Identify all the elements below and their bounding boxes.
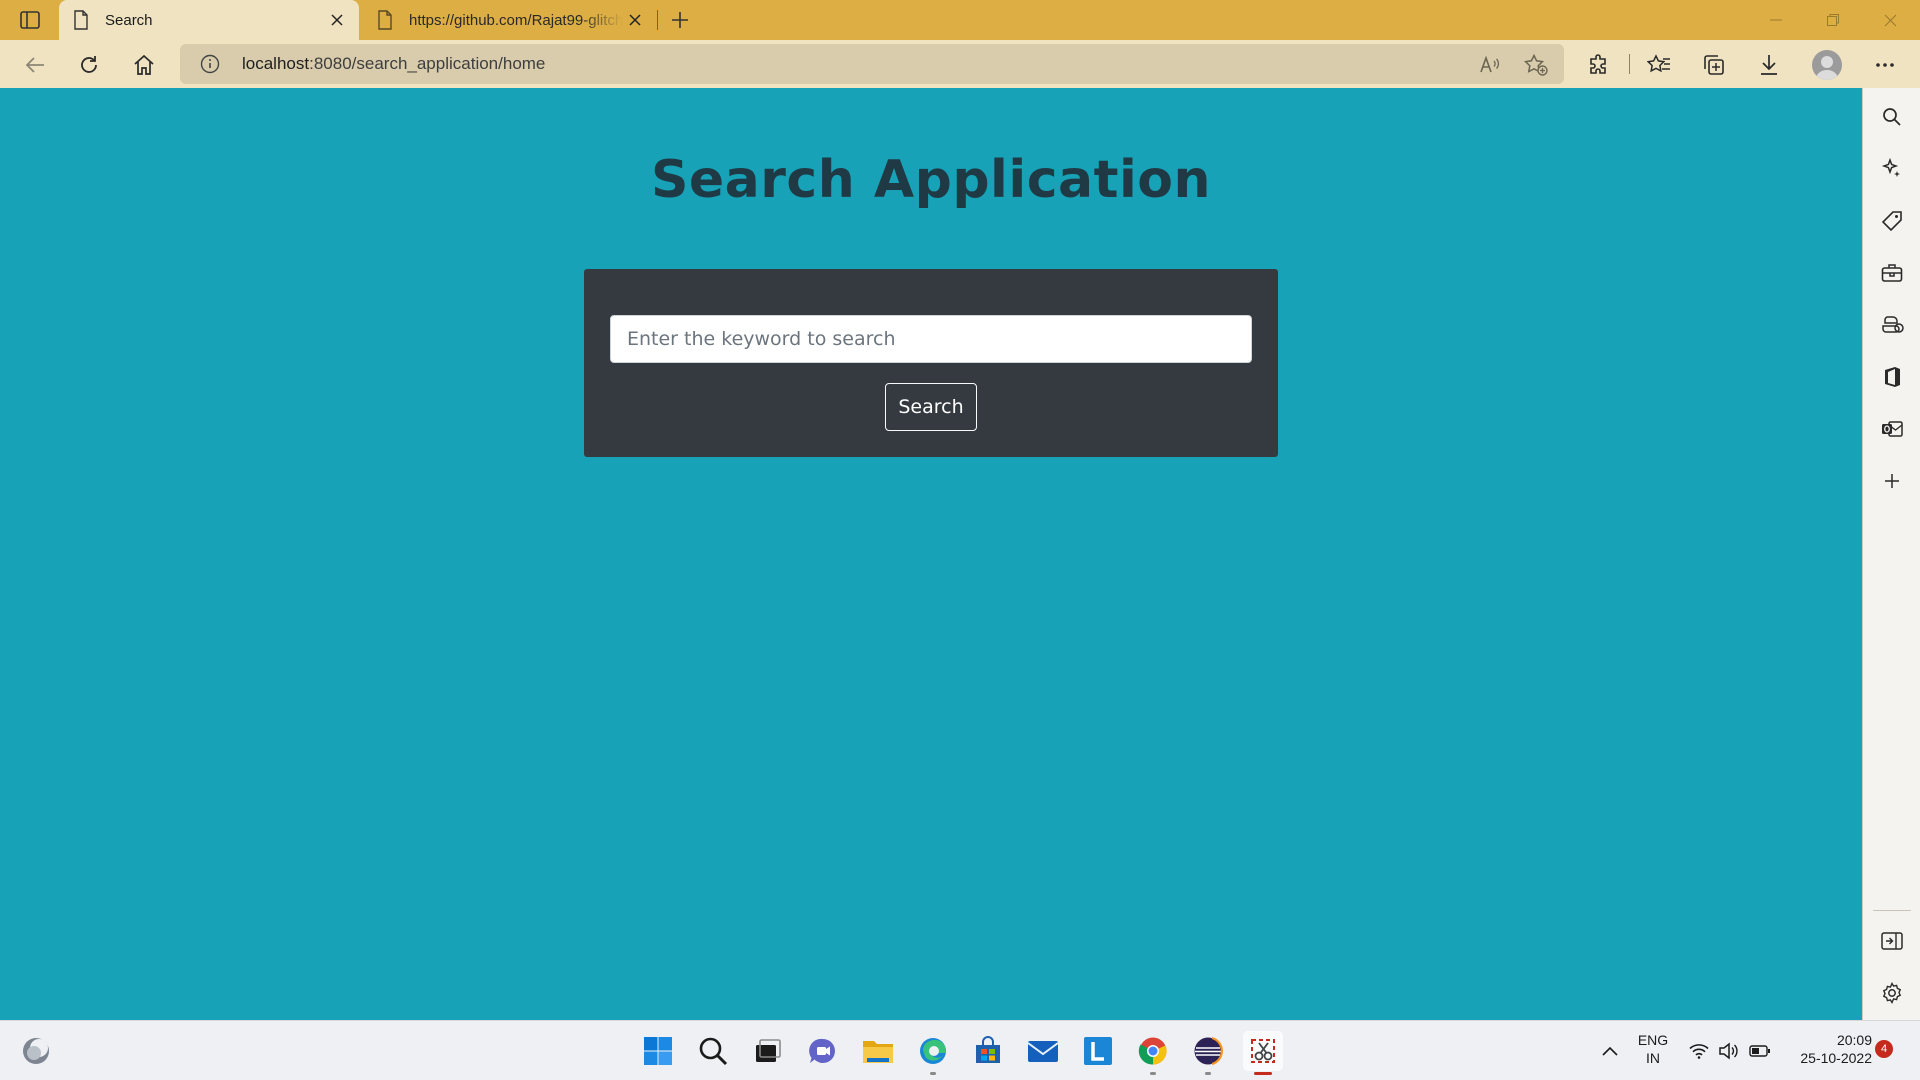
minimize-button[interactable] [1748, 0, 1804, 40]
battery-icon[interactable] [1740, 1031, 1780, 1071]
back-button[interactable] [18, 48, 52, 82]
collections-icon[interactable] [1697, 48, 1731, 82]
site-info-icon[interactable] [200, 54, 220, 74]
address-bar[interactable]: localhost:8080/search_application/home [180, 44, 1564, 84]
games-icon[interactable] [1877, 310, 1907, 340]
notification-badge[interactable]: 4 [1875, 1040, 1893, 1058]
eclipse-icon[interactable] [1188, 1031, 1228, 1075]
outlook-icon[interactable] [1877, 414, 1907, 444]
weather-icon[interactable] [16, 1031, 56, 1071]
edge-sidebar [1862, 88, 1920, 1020]
downloads-icon[interactable] [1752, 48, 1786, 82]
close-tab-icon[interactable] [623, 8, 647, 32]
tab-actions-icon[interactable] [14, 8, 46, 32]
start-icon[interactable] [638, 1031, 678, 1071]
clock-date: 25-10-2022 [1800, 1050, 1872, 1066]
clock[interactable]: 20:09 25-10-2022 [1782, 1031, 1872, 1067]
tab-title: Search [105, 11, 153, 29]
chevron-up-icon[interactable] [1590, 1031, 1630, 1071]
url-path: :8080/search_application/home [309, 54, 546, 73]
favorites-icon[interactable] [1642, 48, 1676, 82]
tab-divider [657, 10, 658, 30]
search-input[interactable] [610, 315, 1252, 363]
add-icon[interactable] [1877, 466, 1907, 496]
chrome-icon[interactable] [1133, 1031, 1173, 1075]
file-explorer-icon[interactable] [858, 1031, 898, 1071]
page-icon [74, 10, 88, 30]
hide-sidebar-icon[interactable] [1877, 926, 1907, 956]
language-indicator[interactable]: ENG IN [1632, 1031, 1674, 1067]
search-button[interactable]: Search [885, 383, 977, 431]
close-tab-icon[interactable] [325, 8, 349, 32]
page-icon [378, 10, 392, 30]
running-indicator [930, 1072, 936, 1075]
toolbar-divider [1629, 54, 1630, 74]
shopping-tag-icon[interactable] [1877, 206, 1907, 236]
tab-title: https://github.com/Rajat99-glitch [409, 11, 623, 29]
search-card: Search [584, 269, 1278, 457]
refresh-button[interactable] [72, 48, 106, 82]
page-title: Search Application [650, 150, 1212, 210]
tab-search[interactable]: Search [59, 0, 359, 40]
url-text: localhost:8080/search_application/home [242, 54, 545, 74]
snipping-tool-icon[interactable] [1243, 1031, 1283, 1075]
l-app-icon[interactable] [1078, 1031, 1118, 1071]
task-view-icon[interactable] [748, 1031, 788, 1071]
tools-icon[interactable] [1877, 258, 1907, 288]
settings-icon[interactable] [1877, 978, 1907, 1008]
browser-toolbar: localhost:8080/search_application/home [0, 40, 1920, 88]
teams-chat-icon[interactable] [803, 1031, 843, 1071]
home-button[interactable] [127, 48, 161, 82]
office-icon[interactable] [1877, 362, 1907, 392]
extensions-icon[interactable] [1582, 48, 1616, 82]
search-icon[interactable] [1877, 102, 1907, 132]
mail-icon[interactable] [1023, 1031, 1063, 1071]
browser-tab-bar: Search https://github.com/Rajat99-glitch [0, 0, 1920, 40]
tab-github[interactable]: https://github.com/Rajat99-glitch [363, 0, 657, 40]
web-page: Search Application Search [0, 88, 1862, 1020]
store-icon[interactable] [968, 1031, 1008, 1071]
edge-icon[interactable] [913, 1031, 953, 1075]
url-host: localhost [242, 54, 310, 73]
restore-button[interactable] [1805, 0, 1861, 40]
read-aloud-icon[interactable] [1475, 50, 1505, 80]
profile-avatar[interactable] [1812, 50, 1842, 80]
active-indicator [1254, 1072, 1272, 1075]
running-indicator [1205, 1072, 1211, 1075]
new-tab-button[interactable] [666, 6, 694, 34]
close-window-button[interactable] [1862, 0, 1918, 40]
sidebar-divider [1873, 910, 1911, 911]
add-favorite-icon[interactable] [1521, 50, 1551, 80]
running-indicator [1150, 1072, 1156, 1075]
language-code: ENG [1637, 1032, 1669, 1048]
clock-time: 20:09 [1836, 1032, 1872, 1048]
search-icon[interactable] [693, 1031, 733, 1071]
region-code: IN [1646, 1050, 1660, 1066]
copilot-icon[interactable] [1877, 154, 1907, 184]
windows-taskbar: ENG IN 20:09 25-10-2022 [0, 1020, 1920, 1080]
more-options-icon[interactable] [1868, 48, 1902, 82]
